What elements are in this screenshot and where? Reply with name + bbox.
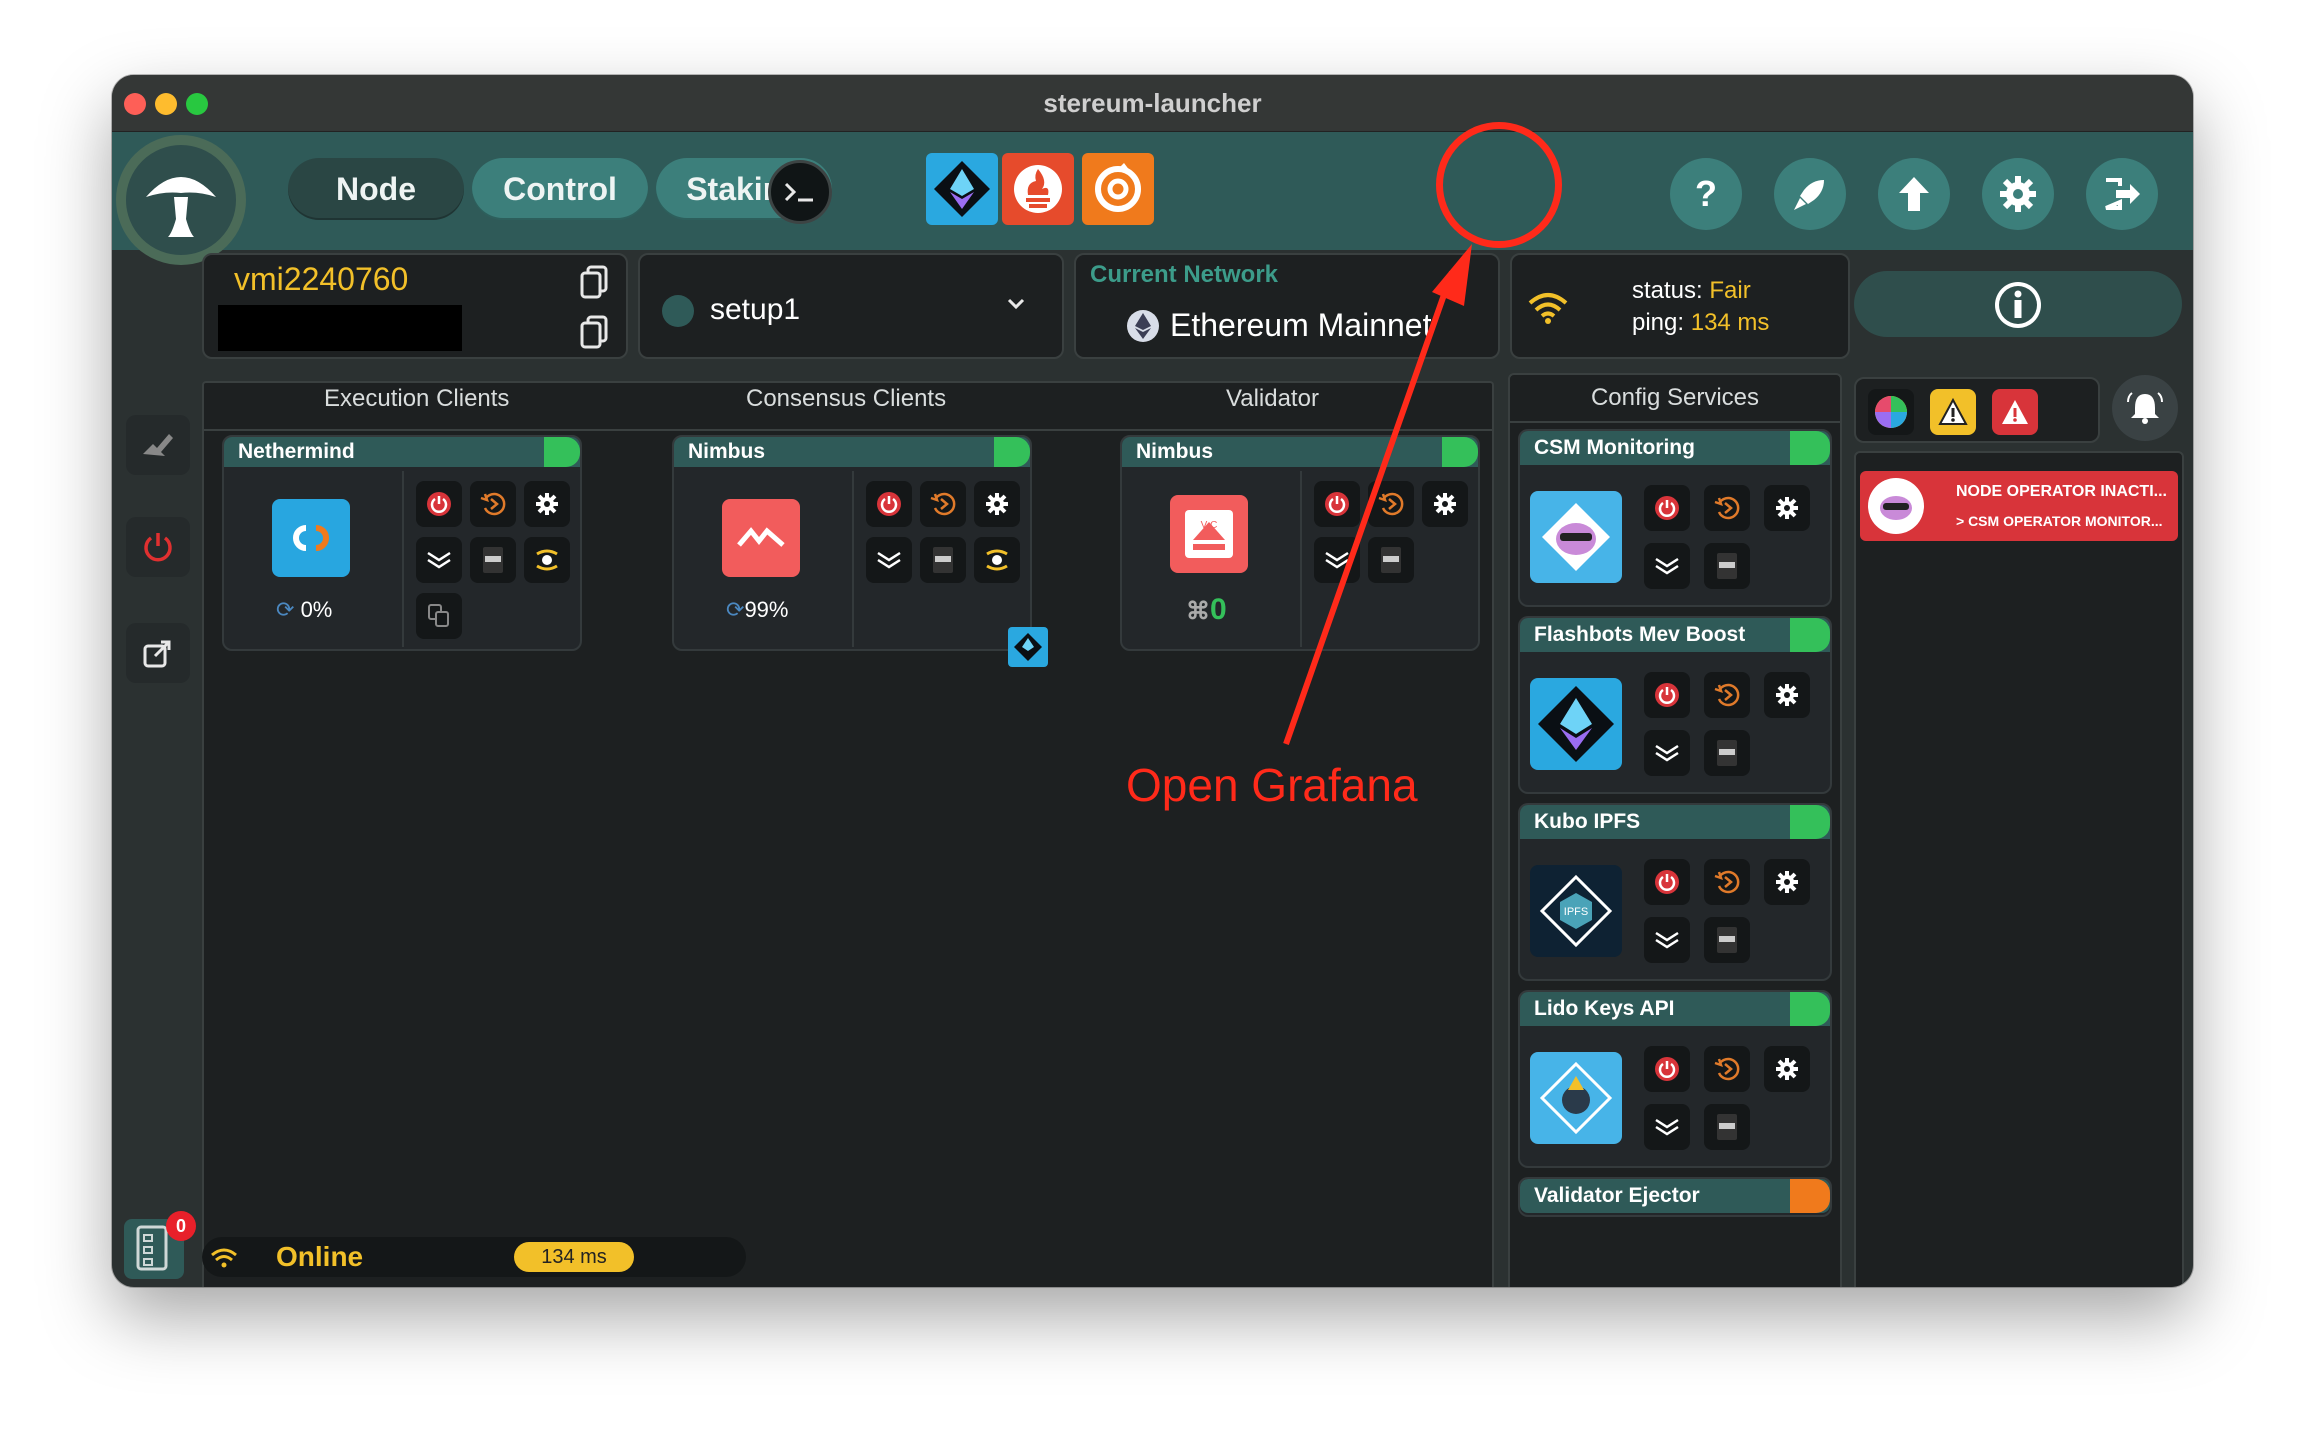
annotation-label: Open Grafana: [1126, 759, 1418, 811]
annotation-arrow: [1283, 244, 1472, 745]
